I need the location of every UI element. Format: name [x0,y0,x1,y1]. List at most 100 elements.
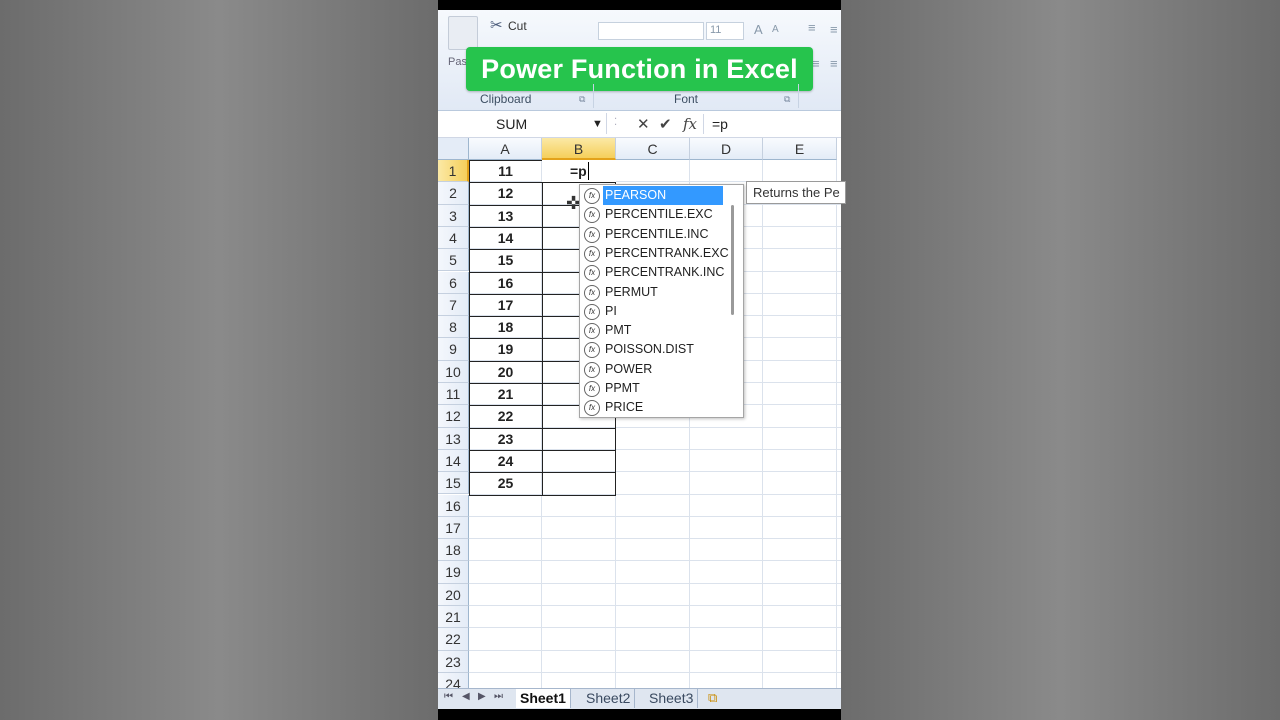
row-header-6[interactable]: 6 [438,271,469,294]
paste-label[interactable]: Pas [448,56,467,68]
select-all-corner[interactable] [438,138,469,160]
autocomplete-item-pearson[interactable]: fx PEARSON [582,186,723,205]
cell-a3[interactable]: 13 [469,208,542,224]
scissors-icon[interactable]: ✂ [490,16,503,34]
row-header-17[interactable]: 17 [438,516,469,540]
function-icon: fx [584,207,600,224]
first-sheet-icon[interactable]: ⏮ [444,691,453,702]
autocomplete-item-label: PERCENTILE.INC [605,226,709,241]
align-top-icon[interactable]: ≡ [808,20,816,35]
shrink-font-icon[interactable]: A [772,24,779,35]
function-autocomplete-list[interactable]: fx PEARSON fx PERCENTILE.EXC fx PERCENTILE.IN… [579,184,744,418]
column-header-c[interactable]: C [616,138,690,160]
autocomplete-scrollbar[interactable] [731,205,734,315]
autocomplete-item-percentile-inc[interactable]: fx PERCENTILE.INC [582,225,722,244]
row-header-16[interactable]: 16 [438,494,469,517]
last-sheet-icon[interactable]: ⏭ [494,691,503,702]
row-header-22[interactable]: 22 [438,628,469,651]
cut-button[interactable]: Cut [508,19,527,33]
cell-a15[interactable]: 25 [469,475,542,491]
align-right-icon[interactable]: ≡ [830,22,838,37]
cell-a12[interactable]: 22 [469,408,542,424]
row-header-14[interactable]: 14 [438,449,469,473]
justify-icon[interactable]: ≡ [830,56,838,71]
tab-sheet3[interactable]: Sheet3 [645,689,699,708]
clipboard-launcher-icon[interactable]: ⧉ [579,94,585,105]
splitter-handle[interactable]: ⁚ [614,117,617,128]
row-header-7[interactable]: 7 [438,293,469,317]
autocomplete-item-pi[interactable]: fx PI [582,302,722,321]
active-cell-b1[interactable]: =p [542,160,616,182]
row-header-5[interactable]: 5 [438,249,469,272]
row-header-18[interactable]: 18 [438,539,469,562]
row-header-8[interactable]: 8 [438,316,469,339]
cell-a10[interactable]: 20 [469,364,542,380]
row-header-13[interactable]: 13 [438,427,469,450]
row-header-23[interactable]: 23 [438,650,469,673]
cell-a8[interactable]: 18 [469,319,542,335]
cell-a6[interactable]: 16 [469,275,542,291]
cell-a9[interactable]: 19 [469,341,542,357]
cell-a1[interactable]: 11 [469,163,542,179]
autocomplete-item-label: PRICE [605,400,644,415]
row-header-11[interactable]: 11 [438,383,469,406]
row-header-3[interactable]: 3 [438,204,469,227]
gridline [762,160,763,688]
tab-sheet2[interactable]: Sheet2 [582,689,636,708]
function-icon: fx [584,265,600,282]
cell-a5[interactable]: 15 [469,252,542,268]
gridline [469,671,841,673]
cell-a2[interactable]: 12 [469,185,542,201]
cancel-icon[interactable]: ✕ [637,115,650,133]
autocomplete-item-pmt[interactable]: fx PMT [582,321,722,340]
cell-a11[interactable]: 21 [469,386,542,402]
font-name-box[interactable] [598,22,704,40]
formula-bar: SUM ▼ ⁚ ✕ ✔ fx =p [438,111,841,138]
sheet-tab-bar: ⏮ ◀ ▶ ⏭ Sheet1 Sheet2 Sheet3 ⧉ [438,688,841,709]
paste-icon[interactable] [448,16,478,50]
tab-sheet1[interactable]: Sheet1 [516,689,571,708]
column-header-a[interactable]: A [469,138,542,160]
row-header-1[interactable]: 1 [438,160,469,183]
row-header-9[interactable]: 9 [438,338,469,361]
autocomplete-item-permut[interactable]: fx PERMUT [582,283,722,302]
autocomplete-item-percentrank-exc[interactable]: fx PERCENTRANK.EXC [582,244,729,263]
font-launcher-icon[interactable]: ⧉ [784,94,790,105]
cell-border [469,160,470,495]
column-header-b[interactable]: B [542,138,616,160]
insert-function-icon[interactable]: fx [683,115,697,133]
autocomplete-item-price[interactable]: fx PRICE [582,398,722,417]
row-header-4[interactable]: 4 [438,226,469,250]
autocomplete-item-percentile-exc[interactable]: fx PERCENTILE.EXC [582,205,722,224]
function-icon: fx [584,284,600,301]
prev-sheet-icon[interactable]: ◀ [462,691,470,702]
row-header-21[interactable]: 21 [438,606,469,629]
grow-font-icon[interactable]: A [754,22,763,37]
row-header-12[interactable]: 12 [438,405,469,428]
row-header-10[interactable]: 10 [438,360,469,383]
row-header-19[interactable]: 19 [438,561,469,584]
column-header-e[interactable]: E [763,138,837,160]
function-icon: fx [584,226,600,243]
chevron-down-icon[interactable]: ▼ [592,118,603,130]
autocomplete-item-poisson-dist[interactable]: fx POISSON.DIST [582,340,722,359]
cell-a4[interactable]: 14 [469,230,542,246]
row-header-20[interactable]: 20 [438,583,469,606]
autocomplete-item-ppmt[interactable]: fx PPMT [582,379,722,398]
active-cell-text: =p [570,163,587,179]
cell-a13[interactable]: 23 [469,431,542,447]
insert-sheet-icon[interactable]: ⧉ [708,690,717,706]
autocomplete-item-power[interactable]: fx POWER [582,360,722,379]
enter-icon[interactable]: ✔ [659,115,672,133]
align-center-icon[interactable]: ≡ [812,56,820,71]
row-header-2[interactable]: 2 [438,182,469,205]
formula-input[interactable]: =p [703,114,841,134]
column-header-d[interactable]: D [690,138,763,160]
next-sheet-icon[interactable]: ▶ [478,691,486,702]
cell-a14[interactable]: 24 [469,453,542,469]
row-header-15[interactable]: 15 [438,472,469,495]
autocomplete-item-percentrank-inc[interactable]: fx PERCENTRANK.INC [582,263,724,282]
autocomplete-item-label: POISSON.DIST [605,342,694,357]
cell-a7[interactable]: 17 [469,297,542,313]
name-box[interactable]: SUM ▼ [438,113,607,134]
